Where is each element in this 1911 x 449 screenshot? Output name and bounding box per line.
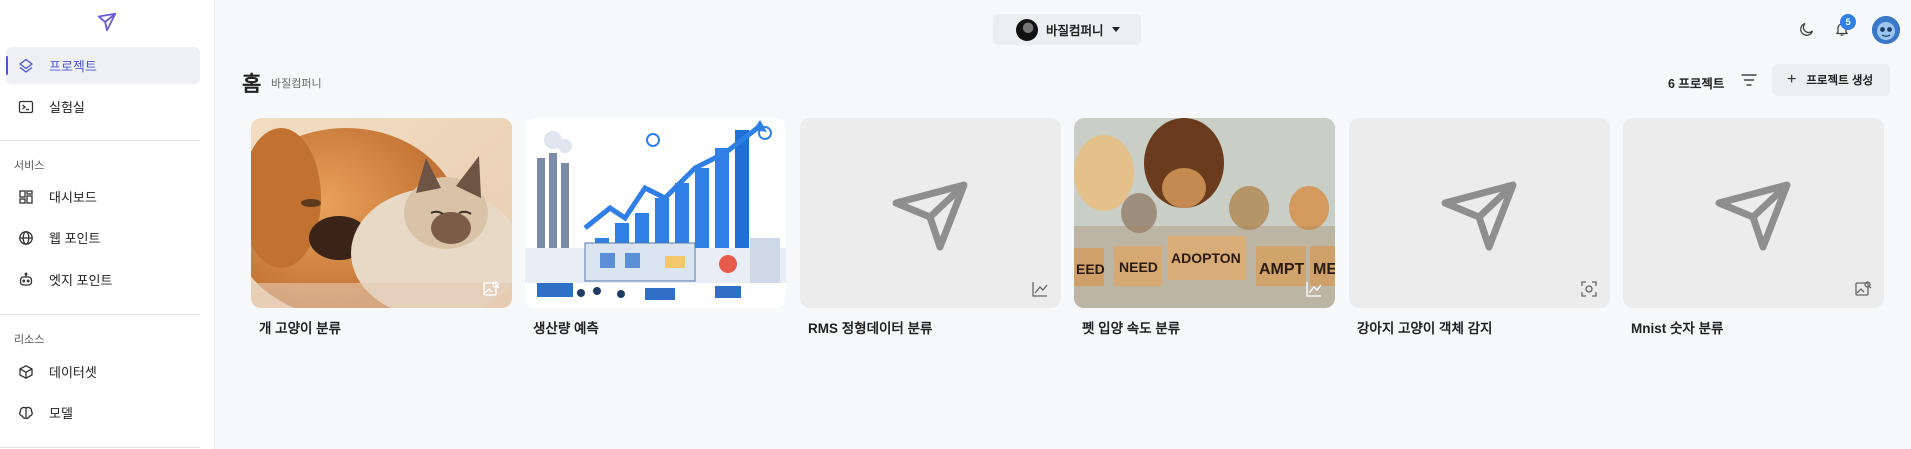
project-thumbnail <box>1349 118 1610 308</box>
page-title: 홈 <box>242 73 262 96</box>
project-card[interactable]: 강아지 고양이 객체 감지 <box>1349 118 1610 337</box>
brain-icon <box>18 405 34 421</box>
project-thumbnail <box>525 118 786 308</box>
project-title: 강아지 고양이 객체 감지 <box>1357 321 1493 336</box>
plus-icon: + <box>1787 71 1797 88</box>
sidebar-item-label: 대시보드 <box>49 190 97 205</box>
paper-plane-logo[interactable] <box>96 11 118 33</box>
project-thumbnail <box>800 118 1061 308</box>
company-avatar <box>1016 18 1038 41</box>
caret-down-icon <box>1111 27 1120 32</box>
sidebar-item-label: 모델 <box>49 406 73 421</box>
user-avatar[interactable] <box>1872 16 1900 44</box>
company-name: 바질컴퍼니 <box>1046 24 1104 38</box>
sidebar-item-lab[interactable]: 실험실 <box>6 88 200 125</box>
project-title: 펫 입양 속도 분류 <box>1082 321 1181 336</box>
sidebar-divider <box>0 314 200 315</box>
sidebar-item-edge-point[interactable]: 엣지 포인트 <box>6 261 200 298</box>
globe-icon <box>18 230 34 246</box>
object-detection-icon <box>1581 281 1597 297</box>
sidebar-item-model[interactable]: 모델 <box>6 394 200 431</box>
sign-text: EED <box>1076 261 1105 277</box>
dog-cat-photo <box>251 118 512 308</box>
project-card[interactable]: Mnist 숫자 분류 <box>1623 118 1884 337</box>
notification-badge: 5 <box>1840 14 1856 30</box>
line-chart-icon <box>1306 282 1322 297</box>
project-title: Mnist 숫자 분류 <box>1631 321 1724 336</box>
box-icon <box>18 364 34 380</box>
pets-adoption-photo: EED NEED ADOPTON AMPT ME <box>1074 118 1335 308</box>
paper-plane-placeholder-icon <box>1715 181 1791 251</box>
dashboard-icon <box>18 189 34 205</box>
project-title: 생산량 예측 <box>533 321 599 336</box>
sidebar-item-web-point[interactable]: 웹 포인트 <box>6 219 200 256</box>
project-card[interactable]: RMS 정형데이터 분류 <box>800 118 1061 337</box>
image-classification-icon <box>483 281 500 296</box>
filter-icon[interactable] <box>1739 70 1759 90</box>
project-title: RMS 정형데이터 분류 <box>808 321 933 336</box>
project-count: 6 프로젝트 <box>1668 77 1725 91</box>
sidebar-divider <box>0 140 200 141</box>
section-label-service: 서비스 <box>14 160 45 172</box>
project-thumbnail <box>1623 118 1884 308</box>
factory-chart-illustration <box>525 118 786 308</box>
section-label-resource: 리소스 <box>14 334 45 346</box>
sidebar-item-label: 엣지 포인트 <box>49 273 113 288</box>
moon-icon[interactable] <box>1797 19 1817 39</box>
project-thumbnail: EED NEED ADOPTON AMPT ME <box>1074 118 1335 308</box>
robot-icon <box>18 272 34 288</box>
create-project-label: 프로젝트 생성 <box>1806 75 1874 87</box>
sign-text: ME <box>1313 261 1335 278</box>
project-card[interactable]: EED NEED ADOPTON AMPT ME 펫 입양 속도 분류 <box>1074 118 1335 337</box>
sidebar-item-dashboard[interactable]: 대시보드 <box>6 178 200 215</box>
sign-text: ADOPTON <box>1171 250 1241 266</box>
project-title: 개 고양이 분류 <box>259 321 342 336</box>
sidebar: 프로젝트 실험실 서비스 대시보드 웹 포인트 엣지 포인트 리소스 데이터셋 <box>0 0 215 449</box>
terminal-icon <box>18 99 34 115</box>
sidebar-item-label: 프로젝트 <box>49 59 97 74</box>
company-selector[interactable]: 바질컴퍼니 <box>993 14 1141 45</box>
paper-plane-placeholder-icon <box>1441 181 1517 251</box>
project-thumbnail <box>251 118 512 308</box>
line-chart-icon <box>1032 282 1048 297</box>
project-card[interactable]: 개 고양이 분류 <box>251 118 512 337</box>
page-subtitle: 바질컴퍼니 <box>271 78 322 90</box>
image-classification-icon <box>1855 281 1872 296</box>
sign-text: AMPT <box>1259 261 1305 278</box>
project-card[interactable]: 생산량 예측 <box>525 118 786 337</box>
sign-text: NEED <box>1119 259 1158 275</box>
sidebar-item-label: 웹 포인트 <box>49 231 101 246</box>
sidebar-item-label: 데이터셋 <box>49 365 97 380</box>
sidebar-item-dataset[interactable]: 데이터셋 <box>6 353 200 390</box>
sidebar-item-label: 실험실 <box>49 100 85 115</box>
paper-plane-placeholder-icon <box>892 181 968 251</box>
sidebar-item-projects[interactable]: 프로젝트 <box>6 47 200 84</box>
sidebar-divider <box>0 447 200 448</box>
layers-icon <box>18 58 34 74</box>
create-project-button[interactable]: + 프로젝트 생성 <box>1772 64 1890 96</box>
